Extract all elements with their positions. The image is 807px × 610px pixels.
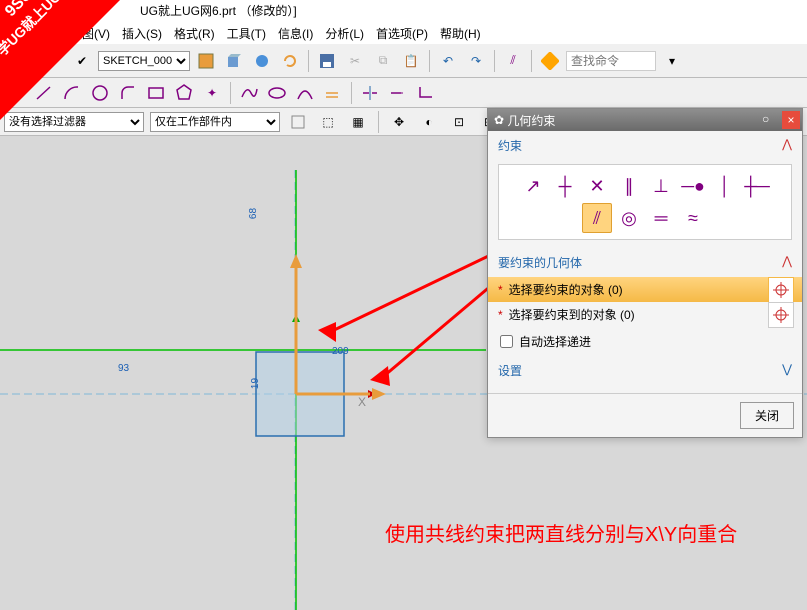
menu-help[interactable]: 帮助(H) <box>440 25 481 42</box>
dim-209[interactable]: 209 <box>332 346 349 357</box>
menu-pref[interactable]: 首选项(P) <box>376 25 428 42</box>
update-icon[interactable] <box>278 49 302 73</box>
sel-icon2[interactable]: ⬚ <box>316 110 340 134</box>
offset-icon[interactable] <box>321 81 345 105</box>
menu-insert[interactable]: 插入(S) <box>122 25 162 42</box>
select-to-object-row[interactable]: * 选择要约束到的对象 (0) <box>488 302 802 327</box>
ellipse-icon[interactable] <box>265 81 289 105</box>
section-settings-header[interactable]: 设置⋁ <box>488 356 802 385</box>
menu-tool[interactable]: 工具(T) <box>227 25 266 42</box>
corner-icon[interactable] <box>414 81 438 105</box>
dialog-titlebar[interactable]: ✿ 几何约束 ○ × <box>488 109 802 131</box>
constraint-collinear[interactable]: ⫽ <box>582 203 612 233</box>
expand-icon: ⋁ <box>782 362 792 379</box>
section-constraint-header[interactable]: 约束⋀ <box>488 131 802 160</box>
copy-icon[interactable]: ⧉ <box>371 49 395 73</box>
constraint-midpoint[interactable]: ┼─ <box>742 171 772 201</box>
menu-info[interactable]: 信息(I) <box>278 25 313 42</box>
constraint-equal-rad[interactable]: ≈ <box>678 203 708 233</box>
scope-select[interactable]: 仅在工作部件内 <box>150 112 280 132</box>
sel-icon5[interactable]: ◐ <box>417 110 441 134</box>
conic-icon[interactable] <box>293 81 317 105</box>
rectangle-icon[interactable] <box>144 81 168 105</box>
geo-constraint-dialog: ✿ 几何约束 ○ × 约束⋀ ↗ ┼ ✕ ∥ ⊥ ─● │ ┼─ ⫽ ◎ ═ ≈… <box>487 108 803 438</box>
toolbar-sketch: ✦ <box>0 78 807 108</box>
cube-icon[interactable] <box>222 49 246 73</box>
menu-format[interactable]: 格式(R) <box>174 25 215 42</box>
save-icon[interactable] <box>315 49 339 73</box>
search-dropdown-icon[interactable]: ▾ <box>660 49 684 73</box>
collapse-icon: ⋀ <box>782 254 792 271</box>
dim-68[interactable]: 68 <box>248 208 259 219</box>
sel-icon6[interactable]: ⊡ <box>447 110 471 134</box>
select-object-row[interactable]: * 选择要约束的对象 (0) <box>488 277 802 302</box>
command-finder-icon[interactable] <box>538 49 562 73</box>
reattach-icon[interactable] <box>250 49 274 73</box>
pin-icon[interactable]: ○ <box>762 112 778 126</box>
constraint-tangent[interactable]: ✕ <box>582 171 612 201</box>
constraint-grid: ↗ ┼ ✕ ∥ ⊥ ─● │ ┼─ ⫽ ◎ ═ ≈ <box>498 164 792 240</box>
menubar: 视图(V) 插入(S) 格式(R) 工具(T) 信息(I) 分析(L) 首选项(… <box>0 22 807 44</box>
menu-analyze[interactable]: 分析(L) <box>325 25 364 42</box>
dim-19[interactable]: 19 <box>250 378 261 389</box>
constraint-icon[interactable]: ⫽ <box>501 49 525 73</box>
required-icon: * <box>498 283 503 297</box>
search-input[interactable] <box>566 51 656 71</box>
polygon-icon[interactable] <box>172 81 196 105</box>
section-geom-header[interactable]: 要约束的几何体⋀ <box>488 248 802 277</box>
undo-icon[interactable]: ↶ <box>436 49 460 73</box>
gear-icon: ✿ <box>494 113 504 127</box>
collapse-icon: ⋀ <box>782 137 792 154</box>
sel-icon4[interactable]: ✥ <box>387 110 411 134</box>
constraint-perpendicular[interactable]: ⊥ <box>646 171 676 201</box>
redo-icon[interactable]: ↷ <box>464 49 488 73</box>
constraint-point-on[interactable]: ┼ <box>550 171 580 201</box>
trim-icon[interactable] <box>358 81 382 105</box>
sel-icon1[interactable] <box>286 110 310 134</box>
toolbar-main: ✔ SKETCH_000 ✂ ⧉ 📋 ↶ ↷ ⫽ ▾ <box>0 44 807 78</box>
cut-icon[interactable]: ✂ <box>343 49 367 73</box>
close-button[interactable]: 关闭 <box>740 402 794 429</box>
constraint-equal-len[interactable]: ═ <box>646 203 676 233</box>
constraint-coincident[interactable]: ↗ <box>518 171 548 201</box>
close-icon[interactable]: × <box>782 111 800 129</box>
auto-select-row: 自动选择递进 <box>488 327 802 356</box>
dim-93[interactable]: 93 <box>118 363 129 374</box>
target-icon[interactable] <box>768 277 794 303</box>
watermark-corner <box>0 0 120 120</box>
auto-select-checkbox[interactable] <box>500 335 513 348</box>
dialog-title: 几何约束 <box>507 112 555 129</box>
annotation-text: 使用共线约束把两直线分别与X\Y向重合 <box>385 521 737 549</box>
constraint-horizontal[interactable]: ─● <box>678 171 708 201</box>
extend-icon[interactable] <box>386 81 410 105</box>
dialog-footer: 关闭 <box>488 393 802 437</box>
point-icon[interactable]: ✦ <box>200 81 224 105</box>
constraint-parallel[interactable]: ∥ <box>614 171 644 201</box>
spline-icon[interactable] <box>237 81 261 105</box>
svg-text:X: X <box>358 395 366 409</box>
constraint-concentric[interactable]: ◎ <box>614 203 644 233</box>
window-title: UG就上UG网6.prt （修改的）] <box>0 0 807 22</box>
sketch-icon[interactable] <box>194 49 218 73</box>
paste-icon[interactable]: 📋 <box>399 49 423 73</box>
target-icon[interactable] <box>768 302 794 328</box>
constraint-vertical[interactable]: │ <box>710 171 740 201</box>
required-icon: * <box>498 308 503 322</box>
sel-icon3[interactable]: ▦ <box>346 110 370 134</box>
